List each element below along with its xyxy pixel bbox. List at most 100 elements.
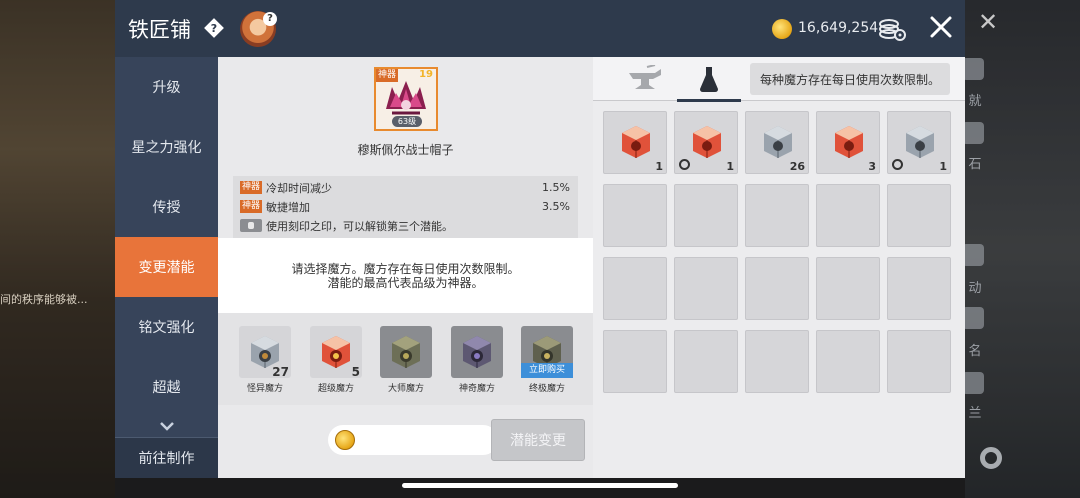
close-button[interactable] xyxy=(927,13,955,41)
red-cube-icon xyxy=(835,126,863,158)
window-title: 铁匠铺 xyxy=(128,18,191,42)
daily-limit-note: 每种魔方存在每日使用次数限制。 xyxy=(750,63,950,95)
potential-value: 1.5% xyxy=(542,181,570,194)
nav-item-potential[interactable]: 变更潜能 xyxy=(115,237,218,297)
item-upgrade-level: 19 xyxy=(419,69,433,80)
home-indicator[interactable] xyxy=(402,483,678,488)
meso-coin-icon xyxy=(772,19,792,39)
inventory-slot-empty[interactable] xyxy=(603,330,667,393)
lock-icon xyxy=(240,219,262,232)
cube-inventory-panel: 每种魔方存在每日使用次数限制。 1 1 26 3 1 xyxy=(593,57,965,478)
nav-item-inscription[interactable]: 铭文强化 xyxy=(115,297,218,357)
cost-display xyxy=(328,425,498,455)
item-level-badge: 63级 xyxy=(392,116,422,127)
notice-line: 潜能的最高代表品级为神器。 xyxy=(327,275,484,290)
equipment-slot[interactable]: 神器 19 63级 xyxy=(374,67,438,131)
inventory-slot[interactable]: 1 xyxy=(603,111,667,174)
blacksmith-window: 铁匠铺 ? ? 16,649,254 升级 星之力强化 传授 变更潜能 铭文强化… xyxy=(115,0,965,478)
inventory-slot-empty[interactable] xyxy=(816,184,880,247)
background-side-icon xyxy=(962,58,984,80)
buy-now-badge[interactable]: 立即购买 xyxy=(521,363,573,378)
potential-text: 冷却时间减少 xyxy=(266,181,333,195)
cube-notice: 请选择魔方。魔方存在每日使用次数限制。 潜能的最高代表品级为神器。 xyxy=(218,238,593,313)
potential-list: 神器 冷却时间减少 1.5% 神器 敏捷增加 3.5% 使用刻印之印，可以解锁第… xyxy=(233,176,578,238)
gold-cube-icon xyxy=(392,336,420,368)
background-side-icon xyxy=(962,307,984,329)
background-chat-text: 间的秩序能够被... xyxy=(0,293,88,306)
nav-item-transcend[interactable]: 超越 xyxy=(115,357,218,417)
silver-cube-icon xyxy=(764,126,792,158)
inventory-slot[interactable]: 1 xyxy=(674,111,738,174)
timer-icon xyxy=(679,159,690,170)
anvil-icon xyxy=(629,65,661,89)
inventory-slot[interactable]: 3 xyxy=(816,111,880,174)
cube-slot-ultimate[interactable]: 立即购买 xyxy=(521,326,573,378)
cube-label: 怪异魔方 xyxy=(246,384,283,394)
inventory-slot[interactable]: 1 xyxy=(887,111,951,174)
inventory-slot-empty[interactable] xyxy=(745,330,809,393)
item-tier-badge: 神器 xyxy=(376,69,399,82)
potential-line-locked: 使用刻印之印，可以解锁第三个潜能。 xyxy=(240,218,570,233)
cube-count: 27 xyxy=(272,365,289,379)
inventory-slot-empty[interactable] xyxy=(674,184,738,247)
potential-text: 敏捷增加 xyxy=(266,200,311,214)
inventory-slot-empty[interactable] xyxy=(674,330,738,393)
item-count: 26 xyxy=(789,160,805,173)
item-count: 1 xyxy=(726,160,734,173)
help-diamond-icon[interactable]: ? xyxy=(203,17,225,39)
inventory-slot-empty[interactable] xyxy=(674,257,738,320)
meso-coin-icon xyxy=(335,430,355,450)
background-close-icon: ✕ xyxy=(978,8,999,36)
inventory-slot-empty[interactable] xyxy=(745,257,809,320)
potential-tier-badge: 神器 xyxy=(240,181,263,194)
potential-panel: 神器 19 63级 穆斯佩尔战士帽子 神器 冷却时间减少 1.5% 神器 敏捷增… xyxy=(218,57,593,478)
cube-slot-super[interactable]: 5 xyxy=(310,326,362,379)
tab-consumable[interactable] xyxy=(677,57,741,102)
inventory-slot-empty[interactable] xyxy=(887,257,951,320)
inventory-slot-empty[interactable] xyxy=(745,184,809,247)
blacksmith-nav: 升级 星之力强化 传授 变更潜能 铭文强化 超越 前往制作 xyxy=(115,57,218,478)
cube-selector: 27 怪异魔方 5 超级魔方 大师魔方 神奇魔方 立即购买 终极魔方 xyxy=(218,313,593,405)
cube-slot-wonder[interactable] xyxy=(451,326,503,378)
cube-slot-strange[interactable]: 27 xyxy=(239,326,291,379)
nav-item-upgrade[interactable]: 升级 xyxy=(115,57,218,117)
inventory-slot[interactable]: 26 xyxy=(745,111,809,174)
change-potential-button[interactable]: 潜能变更 xyxy=(491,419,585,461)
cube-label: 终极魔方 xyxy=(528,384,565,394)
inventory-slot-empty[interactable] xyxy=(816,257,880,320)
cube-label: 超级魔方 xyxy=(317,384,354,394)
background-side-icon xyxy=(962,122,984,144)
nav-scroll-down-icon[interactable] xyxy=(115,418,218,434)
window-header: 铁匠铺 ? ? 16,649,254 xyxy=(115,0,965,57)
background-side-icon xyxy=(962,372,984,394)
meso-amount: 16,649,254 xyxy=(798,20,879,36)
cube-slot-master[interactable] xyxy=(380,326,432,378)
tab-anvil[interactable] xyxy=(613,57,677,101)
nav-item-transfer[interactable]: 传授 xyxy=(115,177,218,237)
inventory-slot-empty[interactable] xyxy=(603,257,667,320)
npc-question-icon: ? xyxy=(263,12,277,26)
nav-item-star-force[interactable]: 星之力强化 xyxy=(115,117,218,177)
item-name: 穆斯佩尔战士帽子 xyxy=(357,143,454,157)
notice-line: 请选择魔方。魔方存在每日使用次数限制。 xyxy=(291,261,520,276)
chevron-down-icon xyxy=(159,422,174,431)
svg-text:?: ? xyxy=(211,22,217,35)
go-craft-button[interactable]: 前往制作 xyxy=(115,437,218,478)
purple-cube-icon xyxy=(463,336,491,368)
red-cube-icon xyxy=(622,126,650,158)
inventory-slot-empty[interactable] xyxy=(887,184,951,247)
cube-label: 神奇魔方 xyxy=(458,384,495,394)
potential-line: 神器 敏捷增加 3.5% xyxy=(240,199,570,214)
inventory-slot-empty[interactable] xyxy=(816,330,880,393)
background-side-icon xyxy=(962,244,984,266)
item-count: 1 xyxy=(655,160,663,173)
inventory-slot-empty[interactable] xyxy=(603,184,667,247)
potion-icon xyxy=(700,67,718,92)
potential-tier-badge: 神器 xyxy=(240,200,263,213)
cube-label: 大师魔方 xyxy=(387,384,424,394)
coins-settings-button[interactable] xyxy=(877,16,907,42)
red-cube-icon xyxy=(322,336,350,368)
inventory-slot-empty[interactable] xyxy=(887,330,951,393)
potential-text: 使用刻印之印，可以解锁第三个潜能。 xyxy=(266,219,453,233)
silver-cube-icon xyxy=(906,126,934,158)
